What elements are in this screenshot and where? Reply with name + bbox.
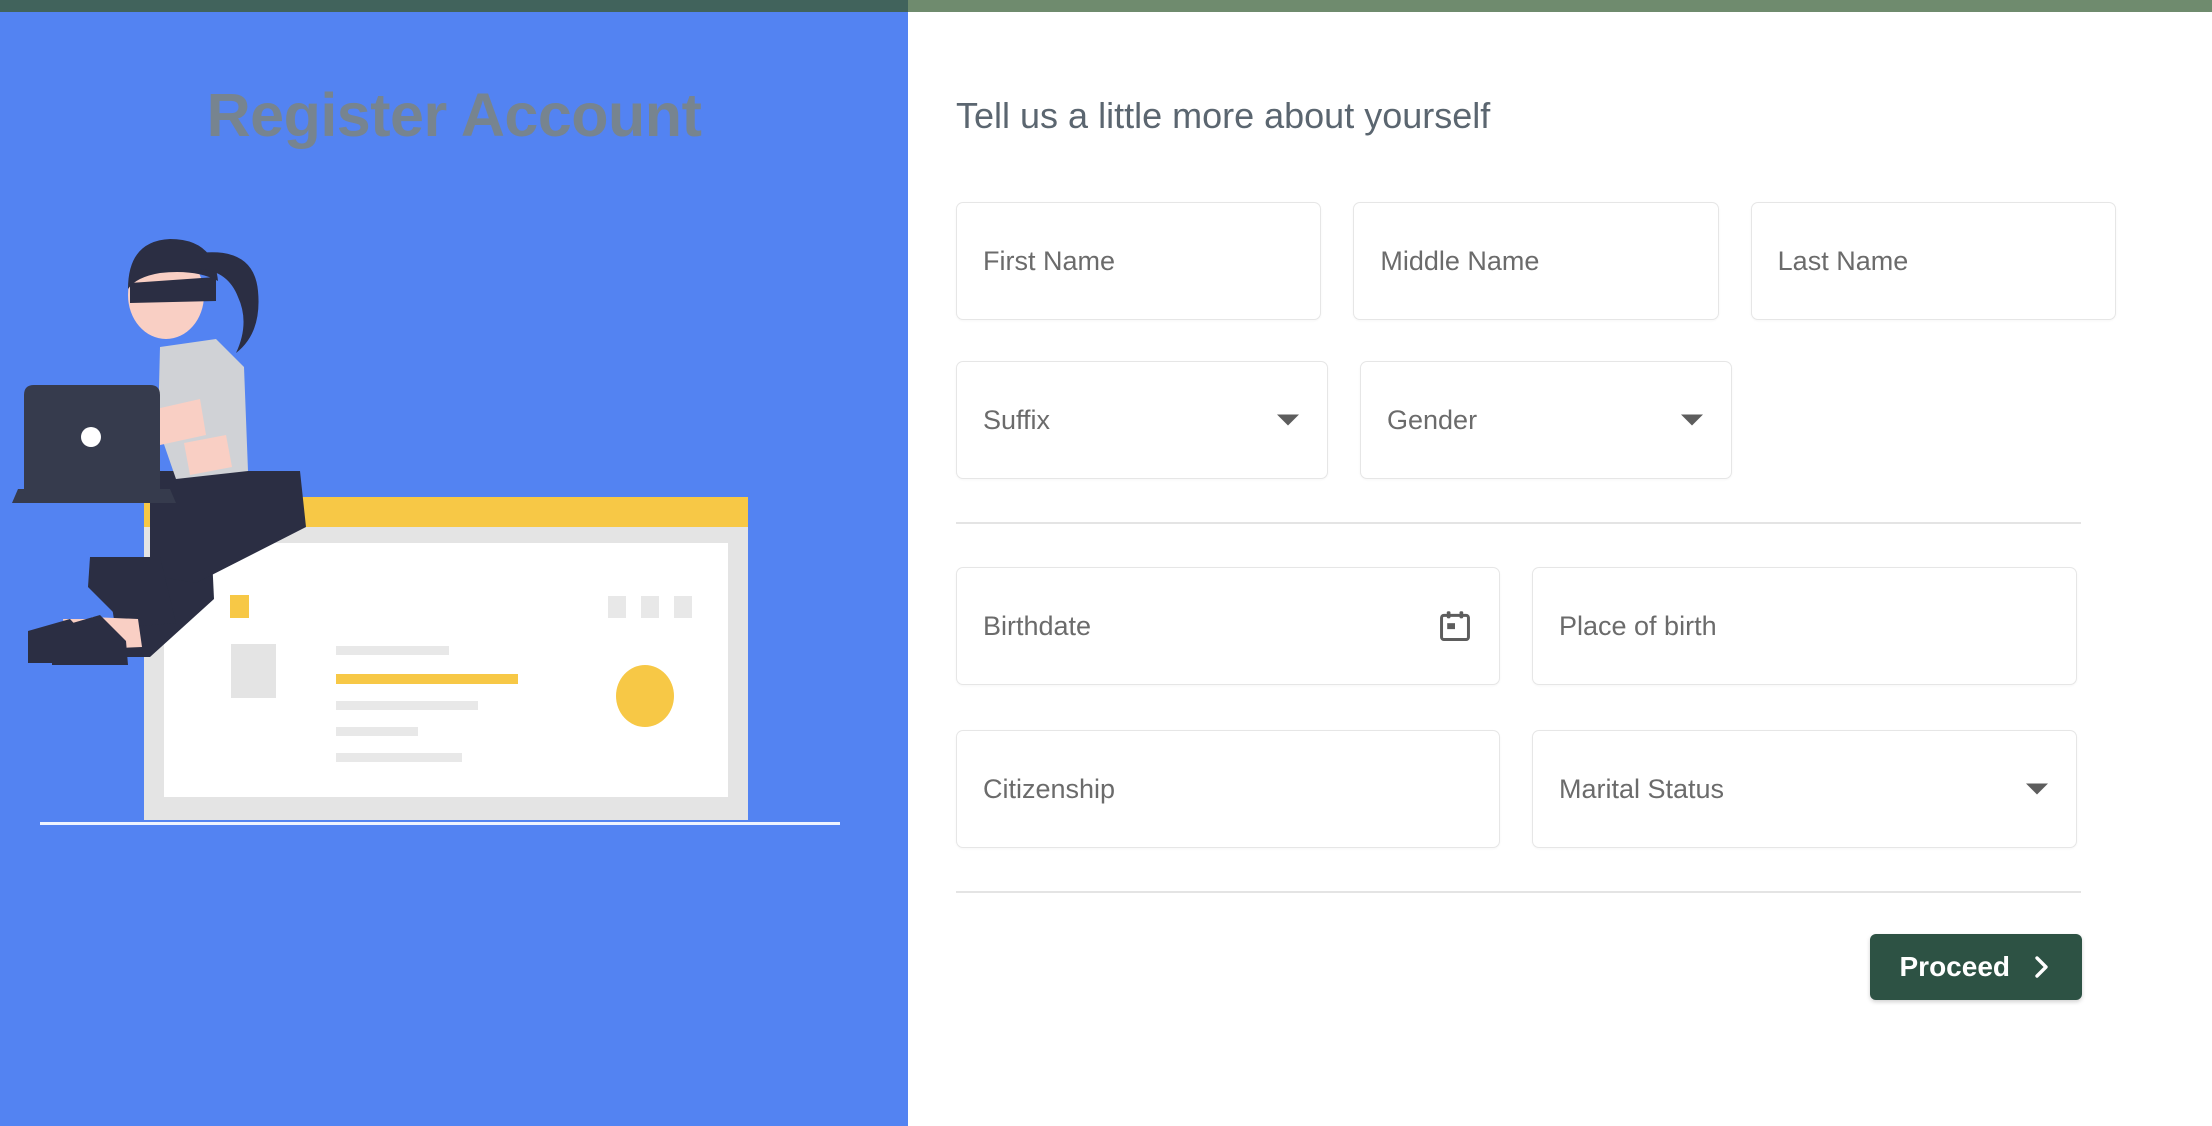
first-name-label: First Name (983, 245, 1116, 276)
form-body: First Name Middle Name Last Name Suffix … (956, 202, 2116, 1000)
middle-name-label: Middle Name (1380, 245, 1540, 276)
register-account-screen: Register Account Tell us a little more a… (0, 0, 2212, 1126)
place-of-birth-label: Place of birth (1559, 610, 1717, 641)
chevron-right-icon (2035, 956, 2048, 978)
marital-status-select[interactable]: Marital Status (1532, 730, 2077, 848)
gender-label: Gender (1387, 404, 1478, 435)
branding-panel: Register Account (0, 12, 908, 1126)
top-accent-bar-right (908, 0, 2212, 12)
birthdate-field[interactable]: Birthdate (956, 567, 1500, 685)
birthdate-label: Birthdate (983, 610, 1092, 641)
name-row: First Name Middle Name Last Name (956, 202, 2116, 320)
illustration (0, 227, 908, 867)
calendar-icon[interactable] (1438, 609, 1472, 643)
form-actions: Proceed (956, 893, 2116, 1000)
citizenship-row: Citizenship Marital Status (956, 730, 2116, 848)
first-name-field[interactable]: First Name (956, 202, 1322, 320)
citizenship-label: Citizenship (983, 773, 1116, 804)
birth-row: Birthdate Place of birth (956, 567, 2116, 685)
last-name-label: Last Name (1777, 245, 1909, 276)
middle-name-field[interactable]: Middle Name (1353, 202, 1719, 320)
form-heading: Tell us a little more about yourself (956, 95, 1491, 136)
suffix-label: Suffix (983, 404, 1051, 435)
proceed-button[interactable]: Proceed (1869, 934, 2082, 1000)
registration-form-panel: Tell us a little more about yourself Fir… (908, 12, 2212, 1126)
top-accent-bar (0, 0, 2212, 12)
chevron-down-icon[interactable] (1681, 414, 1703, 426)
chevron-down-icon[interactable] (1277, 414, 1299, 426)
suffix-select[interactable]: Suffix (956, 361, 1328, 479)
page-title: Register Account (206, 81, 702, 149)
top-accent-bar-left (0, 0, 908, 12)
last-name-field[interactable]: Last Name (1750, 202, 2116, 320)
suffix-gender-row: Suffix Gender (956, 361, 2116, 479)
place-of-birth-field[interactable]: Place of birth (1532, 567, 2077, 685)
chevron-down-icon[interactable] (2026, 783, 2048, 795)
citizenship-field[interactable]: Citizenship (956, 730, 1500, 848)
marital-status-label: Marital Status (1559, 773, 1725, 804)
proceed-button-label: Proceed (1899, 951, 2011, 982)
person-graphic (12, 239, 306, 665)
gender-select[interactable]: Gender (1360, 361, 1732, 479)
